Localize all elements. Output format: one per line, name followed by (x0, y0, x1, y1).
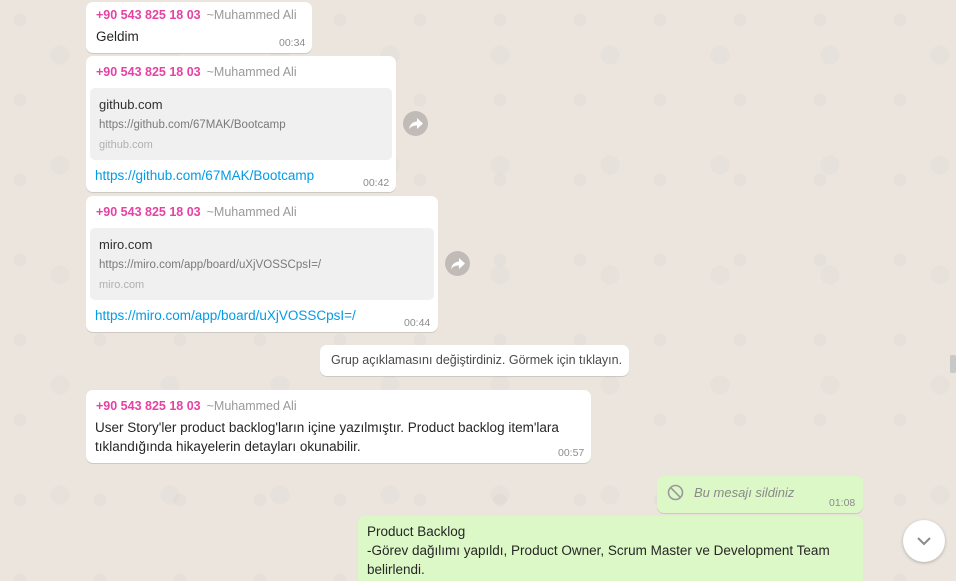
sender-phone[interactable]: +90 543 825 18 03 (96, 205, 201, 219)
deleted-message-text: Bu mesajı sildiniz (694, 485, 795, 500)
sender-phone[interactable]: +90 543 825 18 03 (96, 65, 201, 79)
scrollbar-thumb[interactable] (950, 355, 956, 373)
message-sender: +90 543 825 18 03 ~Muhammed Ali (96, 205, 297, 219)
message-link[interactable]: https://github.com/67MAK/Bootcamp (95, 168, 314, 183)
blocked-icon (667, 484, 684, 501)
sender-name: ~Muhammed Ali (206, 65, 297, 79)
chevron-down-icon (917, 537, 931, 546)
preview-domain: miro.com (99, 279, 145, 291)
forward-icon (408, 117, 423, 129)
message-time: 00:34 (279, 37, 306, 49)
sender-name: ~Muhammed Ali (206, 8, 297, 22)
system-message[interactable]: Grup açıklamasını değiştirdiniz. Görmek … (320, 345, 629, 376)
message-text-line: belirlendi. (367, 562, 425, 577)
link-preview[interactable]: github.com https://github.com/67MAK/Boot… (90, 88, 392, 160)
forward-button[interactable] (403, 111, 428, 136)
preview-url: https://miro.com/app/board/uXjVOSSCpsI=/ (99, 259, 322, 271)
message-time: 01:08 (829, 497, 856, 509)
forward-button[interactable] (445, 251, 470, 276)
message-bubble[interactable]: +90 543 825 18 03 ~Muhammed Ali github.co… (86, 56, 396, 192)
link-preview[interactable]: miro.com https://miro.com/app/board/uXjV… (90, 228, 434, 300)
message-bubble[interactable]: +90 543 825 18 03 ~Muhammed Ali Geldim 00… (86, 2, 312, 53)
outgoing-message-bubble[interactable]: Product Backlog -Görev dağılımı yapıldı,… (358, 516, 863, 581)
message-text-line: tıklandığında hikayelerin detayları okun… (95, 439, 361, 454)
deleted-message-bubble[interactable]: Bu mesajı sildiniz 01:08 (657, 476, 863, 513)
message-sender: +90 543 825 18 03 ~Muhammed Ali (96, 399, 297, 413)
message-text: Geldim (96, 29, 139, 44)
message-time: 00:57 (558, 447, 585, 459)
message-time: 00:42 (363, 177, 390, 189)
preview-domain: github.com (99, 139, 153, 151)
sender-phone[interactable]: +90 543 825 18 03 (96, 399, 201, 413)
preview-title: miro.com (99, 237, 153, 252)
scroll-down-button[interactable] (903, 520, 945, 562)
preview-title: github.com (99, 97, 163, 112)
message-text-line: User Story'ler product backlog'ların içi… (95, 420, 559, 435)
message-sender: +90 543 825 18 03 ~Muhammed Ali (96, 8, 297, 22)
sender-phone[interactable]: +90 543 825 18 03 (96, 8, 201, 22)
message-bubble[interactable]: +90 543 825 18 03 ~Muhammed Ali miro.com … (86, 196, 438, 332)
sender-name: ~Muhammed Ali (206, 205, 297, 219)
message-link[interactable]: https://miro.com/app/board/uXjVOSSCpsI=/ (95, 308, 356, 323)
message-text-line: -Görev dağılımı yapıldı, Product Owner, … (367, 543, 830, 558)
preview-url: https://github.com/67MAK/Bootcamp (99, 119, 286, 131)
message-text-line: Product Backlog (367, 524, 466, 539)
sender-name: ~Muhammed Ali (206, 399, 297, 413)
message-bubble[interactable]: +90 543 825 18 03 ~Muhammed Ali User Stor… (86, 390, 591, 463)
message-time: 00:44 (404, 317, 431, 329)
message-sender: +90 543 825 18 03 ~Muhammed Ali (96, 65, 297, 79)
forward-icon (450, 257, 465, 269)
